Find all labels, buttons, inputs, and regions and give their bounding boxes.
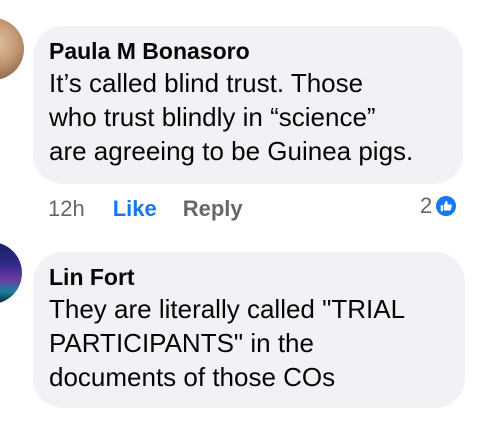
comment-bubble: Paula M Bonasoro It’s called blind trust… xyxy=(33,26,463,184)
reply-button[interactable]: Reply xyxy=(183,196,243,222)
reaction-count: 2 xyxy=(420,193,433,218)
comment-timestamp[interactable]: 12h xyxy=(48,196,85,222)
comment-actions: 12h Like Reply xyxy=(48,196,243,222)
like-button[interactable]: Like xyxy=(113,196,157,222)
thumbs-up-icon xyxy=(435,195,458,217)
comment-bubble: Lin Fort They are literally called "TRIA… xyxy=(33,252,465,408)
comment-text: It’s called blind trust. Those who trust… xyxy=(49,68,414,166)
comment-author[interactable]: Paula M Bonasoro xyxy=(49,38,447,64)
comment-author[interactable]: Lin Fort xyxy=(49,264,449,290)
comment-thread: Paula M Bonasoro It’s called blind trust… xyxy=(0,0,500,424)
reaction-summary[interactable]: 2 xyxy=(420,193,458,219)
comment-text: They are literally called "TRIAL PARTICI… xyxy=(49,294,406,392)
avatar[interactable] xyxy=(0,242,22,304)
avatar[interactable] xyxy=(0,18,24,80)
